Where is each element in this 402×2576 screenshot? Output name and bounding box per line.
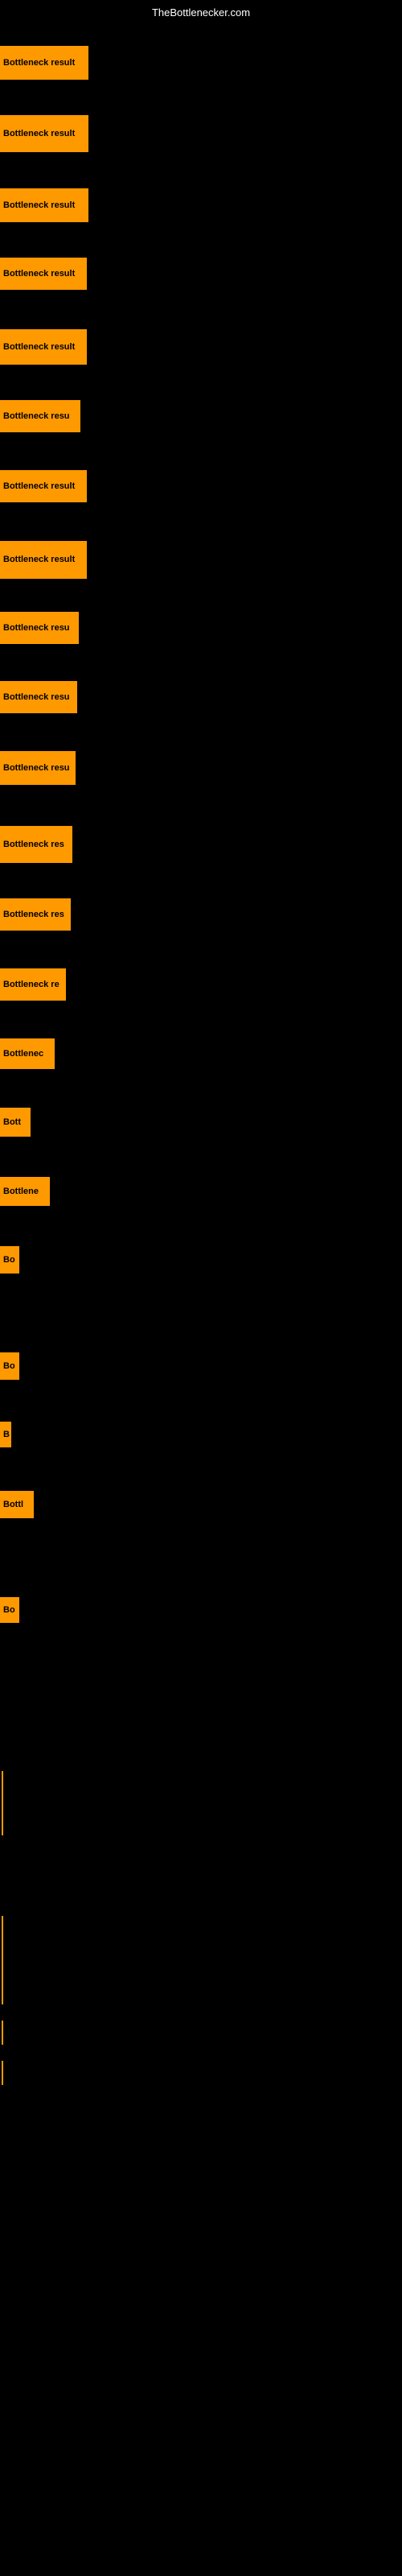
bottleneck-badge-7[interactable]: Bottleneck result	[0, 541, 87, 579]
vertical-line-4	[2, 2061, 3, 2085]
bottleneck-badge-20[interactable]: Bottl	[0, 1491, 34, 1518]
bottleneck-badge-15[interactable]: Bott	[0, 1108, 31, 1137]
bottleneck-badge-21[interactable]: Bo	[0, 1597, 19, 1623]
vertical-line-1	[2, 1916, 3, 1980]
bottleneck-badge-0[interactable]: Bottleneck result	[0, 46, 88, 80]
bottleneck-badge-8[interactable]: Bottleneck resu	[0, 612, 79, 644]
bottleneck-badge-18[interactable]: Bo	[0, 1352, 19, 1380]
bottleneck-badge-10[interactable]: Bottleneck resu	[0, 751, 76, 785]
bottleneck-badge-13[interactable]: Bottleneck re	[0, 968, 66, 1001]
bottleneck-badge-12[interactable]: Bottleneck res	[0, 898, 71, 931]
bottleneck-badge-17[interactable]: Bo	[0, 1246, 19, 1274]
bottleneck-badge-19[interactable]: B	[0, 1422, 11, 1447]
site-title: TheBottlenecker.com	[152, 6, 250, 19]
bottleneck-badge-9[interactable]: Bottleneck resu	[0, 681, 77, 713]
bottleneck-badge-3[interactable]: Bottleneck result	[0, 258, 87, 290]
vertical-line-3	[2, 2021, 3, 2045]
bottleneck-badge-4[interactable]: Bottleneck result	[0, 329, 87, 365]
bottleneck-badge-1[interactable]: Bottleneck result	[0, 115, 88, 152]
bottleneck-badge-6[interactable]: Bottleneck result	[0, 470, 87, 502]
vertical-line-0	[2, 1771, 3, 1835]
bottleneck-badge-11[interactable]: Bottleneck res	[0, 826, 72, 863]
bottleneck-badge-2[interactable]: Bottleneck result	[0, 188, 88, 222]
bottleneck-badge-16[interactable]: Bottlene	[0, 1177, 50, 1206]
vertical-line-2	[2, 1980, 3, 2004]
bottleneck-badge-14[interactable]: Bottlenec	[0, 1038, 55, 1069]
bottleneck-badge-5[interactable]: Bottleneck resu	[0, 400, 80, 432]
